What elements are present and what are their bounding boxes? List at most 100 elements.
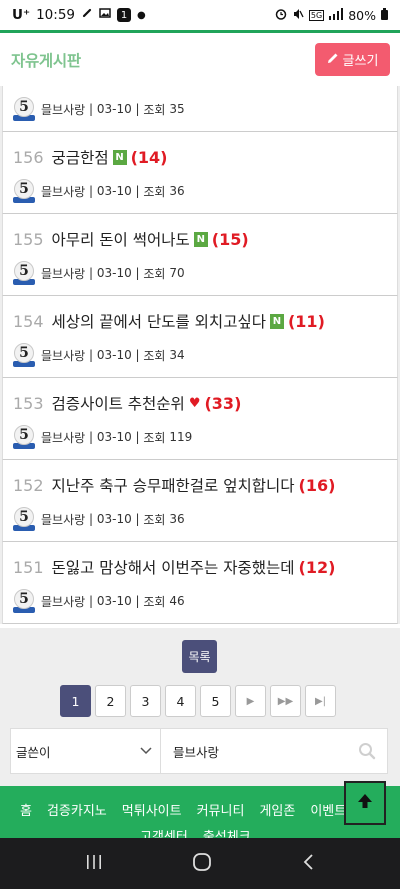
- post-number: 152: [13, 475, 44, 495]
- post-meta: 5 믈브사랑 | 03-10 | 조회 34: [13, 343, 185, 367]
- post-number: 151: [13, 557, 44, 577]
- level-number: 5: [14, 589, 34, 609]
- post-number: 156: [13, 147, 44, 167]
- post-title-row[interactable]: 155 아무리 돈이 썩어나도 N (15): [13, 228, 249, 250]
- views-count: 46: [169, 594, 185, 608]
- footer-nav-item[interactable]: 커뮤니티: [197, 800, 245, 819]
- post-item[interactable]: 154 세상의 끝에서 단도를 외치고싶다 N (11) 5 믈브사랑 | 03-10 |…: [2, 296, 398, 378]
- post-author[interactable]: 믈브사랑: [41, 265, 85, 282]
- post-author[interactable]: 믈브사랑: [41, 101, 85, 118]
- pencil-icon: [327, 52, 339, 68]
- footer-nav-item[interactable]: 홈: [20, 800, 32, 819]
- meta-separator: |: [131, 102, 144, 116]
- footer-nav-item[interactable]: 이벤트: [310, 800, 346, 819]
- comment-count: (33): [204, 393, 242, 413]
- home-icon[interactable]: [192, 852, 212, 876]
- write-post-button[interactable]: 글쓰기: [315, 43, 390, 76]
- post-title[interactable]: 지난주 축구 승무패한걸로 엎치합니다: [52, 474, 295, 496]
- carrier-label: U⁺: [12, 7, 31, 23]
- views-label: 조회: [143, 102, 166, 117]
- next-page-button[interactable]: ▶: [235, 685, 266, 717]
- views-label: 조회: [143, 184, 166, 199]
- post-meta: 5 믈브사랑 | 03-10 | 조회 36: [13, 179, 185, 203]
- post-item[interactable]: 151 돈잃고 맘상해서 이번주는 자중했는데 (12) 5 믈브사랑 | 03-10 …: [2, 542, 398, 624]
- post-author[interactable]: 믈브사랑: [41, 511, 85, 528]
- post-title-row[interactable]: 154 세상의 끝에서 단도를 외치고싶다 N (11): [13, 310, 325, 332]
- scroll-to-top-button[interactable]: [344, 781, 386, 825]
- post-title[interactable]: 돈잃고 맘상해서 이번주는 자중했는데: [52, 556, 295, 578]
- level-badge-icon: 5: [13, 507, 35, 531]
- post-meta: 5 믈브사랑 | 03-10 | 조회 36: [13, 507, 185, 531]
- pagination: 1 2 3 4 5 ▶ ▶▶ ▶|: [60, 685, 336, 717]
- new-badge: N: [112, 149, 127, 165]
- level-number: 5: [14, 425, 34, 445]
- battery-percent: 80%: [348, 7, 376, 23]
- write-post-label: 글쓰기: [342, 54, 379, 69]
- recent-apps-icon[interactable]: [85, 854, 103, 874]
- search-input[interactable]: [161, 729, 347, 773]
- new-badge: N: [193, 231, 208, 247]
- post-title[interactable]: 세상의 끝에서 단도를 외치고싶다: [52, 310, 266, 332]
- arrow-up-icon: [356, 792, 374, 814]
- post-author[interactable]: 믈브사랑: [41, 593, 85, 610]
- footer-nav-item[interactable]: 먹튀사이트: [122, 800, 182, 819]
- status-bar: U⁺ 10:59 1 ● 5G 80%: [0, 0, 400, 33]
- post-meta: 5 믈브사랑 | 03-10 | 조회 35: [13, 97, 185, 121]
- clock: 10:59: [36, 7, 75, 23]
- post-item[interactable]: 153 검증사이트 추천순위 ♥ (33) 5 믈브사랑 | 03-10 | 조회 119: [2, 378, 398, 460]
- alarm-icon: [275, 8, 287, 23]
- meta-separator: |: [131, 430, 144, 444]
- meta-separator: |: [85, 266, 97, 280]
- page-title: 자유게시판: [11, 51, 81, 70]
- post-number: 153: [13, 393, 44, 413]
- post-item[interactable]: 152 지난주 축구 승무패한걸로 엎치합니다 (16) 5 믈브사랑 | 03-10 …: [2, 460, 398, 542]
- post-list: 5 믈브사랑 | 03-10 | 조회 35 156 궁금한점 N (14) 5 믈브사랑 |…: [0, 86, 400, 624]
- post-title[interactable]: 궁금한점: [52, 146, 109, 168]
- page-3-button[interactable]: 3: [130, 685, 161, 717]
- next-block-button[interactable]: ▶▶: [270, 685, 301, 717]
- network-badge: 5G: [308, 9, 325, 21]
- footer-nav-item[interactable]: 출석체크: [203, 826, 251, 838]
- last-page-button[interactable]: ▶|: [305, 685, 336, 717]
- views-label: 조회: [143, 348, 166, 363]
- views-count: 36: [169, 512, 185, 526]
- mute-icon: [292, 8, 304, 23]
- page-2-button[interactable]: 2: [95, 685, 126, 717]
- post-author[interactable]: 믈브사랑: [41, 347, 85, 364]
- level-badge-icon: 5: [13, 261, 35, 285]
- post-author[interactable]: 믈브사랑: [41, 183, 85, 200]
- search-icon[interactable]: [347, 742, 387, 760]
- back-icon[interactable]: [301, 853, 315, 875]
- meta-separator: |: [85, 512, 97, 526]
- views-label: 조회: [143, 512, 166, 527]
- post-item[interactable]: 5 믈브사랑 | 03-10 | 조회 35: [2, 86, 398, 132]
- post-title-row[interactable]: 151 돈잃고 맘상해서 이번주는 자중했는데 (12): [13, 556, 335, 578]
- post-title[interactable]: 아무리 돈이 썩어나도: [52, 228, 190, 250]
- heart-icon: ♥: [188, 395, 201, 411]
- post-title-row[interactable]: 153 검증사이트 추천순위 ♥ (33): [13, 392, 241, 414]
- post-item[interactable]: 155 아무리 돈이 썩어나도 N (15) 5 믈브사랑 | 03-10 | 조회 70: [2, 214, 398, 296]
- page-5-button[interactable]: 5: [200, 685, 231, 717]
- meta-separator: |: [85, 348, 97, 362]
- post-date: 03-10: [96, 184, 132, 198]
- post-title-row[interactable]: 152 지난주 축구 승무패한걸로 엎치합니다 (16): [13, 474, 335, 496]
- meta-separator: |: [85, 102, 97, 116]
- footer-nav-item[interactable]: 게임존: [259, 800, 295, 819]
- new-badge: N: [269, 313, 284, 329]
- post-author[interactable]: 믈브사랑: [41, 429, 85, 446]
- search-field-select[interactable]: 글쓴이: [11, 729, 161, 773]
- post-item[interactable]: 156 궁금한점 N (14) 5 믈브사랑 | 03-10 | 조회 36: [2, 132, 398, 214]
- footer-nav-item[interactable]: 검증카지노: [47, 800, 107, 819]
- comment-count: (11): [287, 311, 325, 331]
- post-title[interactable]: 검증사이트 추천순위: [52, 392, 185, 414]
- battery-icon: [381, 7, 388, 23]
- comment-count: (12): [298, 557, 336, 577]
- footer-nav-item[interactable]: 고객센터: [140, 826, 188, 838]
- post-title-row[interactable]: 156 궁금한점 N (14): [13, 146, 167, 168]
- page-4-button[interactable]: 4: [165, 685, 196, 717]
- list-button[interactable]: 목록: [182, 640, 217, 673]
- views-label: 조회: [143, 430, 166, 445]
- page-1-button[interactable]: 1: [60, 685, 91, 717]
- views-count: 35: [169, 102, 185, 116]
- meta-separator: |: [85, 430, 97, 444]
